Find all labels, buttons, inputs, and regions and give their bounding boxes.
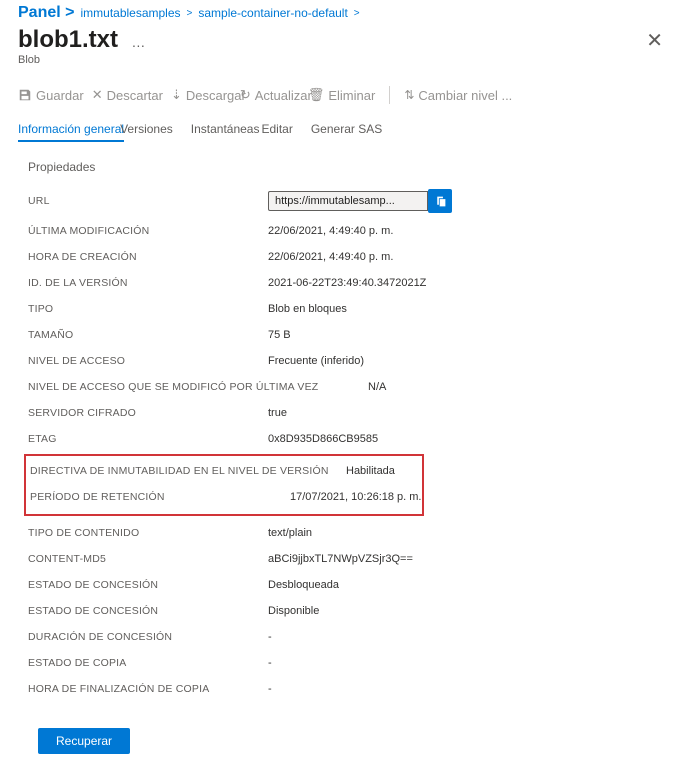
breadcrumb-item-0[interactable]: immutablesamples xyxy=(80,6,180,20)
prop-value: text/plain xyxy=(268,527,312,539)
divider xyxy=(389,86,390,104)
prop-label: NIVEL DE ACCESO QUE SE MODIFICÓ POR ÚLTI… xyxy=(28,381,368,393)
prop-label: ESTADO DE CONCESIÓN xyxy=(28,605,268,617)
prop-retention: PERÍODO DE RETENCIÓN 17/07/2021, 10:26:1… xyxy=(26,484,422,510)
prop-value: true xyxy=(268,407,287,419)
prop-label: HORA DE FINALIZACIÓN DE COPIA xyxy=(28,683,268,695)
prop-label: TIPO xyxy=(28,303,268,315)
close-icon[interactable]: ✕ xyxy=(646,28,663,53)
prop-encrypted: SERVIDOR CIFRADO true xyxy=(28,400,667,426)
prop-label: HORA DE CREACIÓN xyxy=(28,251,268,263)
page-title: blob1.txt xyxy=(18,26,118,53)
prop-lease-status: ESTADO DE CONCESIÓN Desbloqueada xyxy=(28,572,667,598)
prop-value: N/A xyxy=(368,381,386,393)
prop-label: ESTADO DE COPIA xyxy=(28,657,268,669)
prop-label: ÚLTIMA MODIFICACIÓN xyxy=(28,225,268,237)
recover-button[interactable]: Recuperar xyxy=(38,728,130,754)
prop-value: 17/07/2021, 10:26:18 p. m. xyxy=(262,491,422,503)
properties-list: URL https://immutablesamp... ÚLTIMA MODI… xyxy=(0,184,685,716)
prop-label: DURACIÓN DE CONCESIÓN xyxy=(28,631,268,643)
change-tier-button[interactable]: ⇅ Cambiar nivel ... xyxy=(404,88,512,103)
discard-button[interactable]: ✕ Descartar xyxy=(92,87,163,103)
prop-label: ETAG xyxy=(28,433,268,445)
prop-tier: NIVEL DE ACCESO Frecuente (inferido) xyxy=(28,348,667,374)
prop-tiermod: NIVEL DE ACCESO QUE SE MODIFICÓ POR ÚLTI… xyxy=(28,374,667,400)
prop-value: 22/06/2021, 4:49:40 p. m. xyxy=(268,251,393,263)
prop-md5: CONTENT-MD5 aBCi9jjbxTL7NWpVZSjr3Q== xyxy=(28,546,667,572)
prop-value: - xyxy=(268,631,272,643)
prop-value: Frecuente (inferido) xyxy=(268,355,364,367)
save-button[interactable]: Guardar xyxy=(18,88,84,103)
prop-label: ESTADO DE CONCESIÓN xyxy=(28,579,268,591)
prop-value: Habilitada xyxy=(346,465,395,477)
tier-icon: ⇅ xyxy=(404,88,414,102)
prop-label: SERVIDOR CIFRADO xyxy=(28,407,268,419)
prop-value: 0x8D935D866CB9585 xyxy=(268,433,378,445)
discard-icon: ✕ xyxy=(92,87,103,103)
prop-size: TAMAÑO 75 B xyxy=(28,322,667,348)
prop-label: TIPO DE CONTENIDO xyxy=(28,527,268,539)
prop-value: - xyxy=(268,683,272,695)
prop-label: DIRECTIVA DE INMUTABILIDAD EN EL NIVEL D… xyxy=(26,465,346,477)
chevron-right-icon: > xyxy=(187,8,193,19)
prop-label: PERÍODO DE RETENCIÓN xyxy=(26,491,262,503)
copy-icon xyxy=(434,195,447,208)
prop-url: URL https://immutablesamp... xyxy=(28,184,667,218)
tab-overview[interactable]: Información general xyxy=(18,118,124,142)
prop-label: ID. DE LA VERSIÓN xyxy=(28,277,268,289)
prop-value: 22/06/2021, 4:49:40 p. m. xyxy=(268,225,393,237)
prop-created: HORA DE CREACIÓN 22/06/2021, 4:49:40 p. … xyxy=(28,244,667,270)
refresh-button[interactable]: ↻ Actualizar xyxy=(240,87,312,103)
prop-type: TIPO Blob en bloques xyxy=(28,296,667,322)
download-button[interactable]: ⇣ Descargar xyxy=(171,87,246,103)
prop-etag: ETAG 0x8D935D866CB9585 xyxy=(28,426,667,452)
prop-label: TAMAÑO xyxy=(28,329,268,341)
prop-value: 75 B xyxy=(268,329,291,341)
save-icon xyxy=(18,88,32,102)
prop-value: Desbloqueada xyxy=(268,579,339,591)
prop-lease-state: ESTADO DE CONCESIÓN Disponible xyxy=(28,598,667,624)
prop-value: - xyxy=(268,657,272,669)
tab-versions[interactable]: Versiones xyxy=(120,118,173,142)
url-field[interactable]: https://immutablesamp... xyxy=(268,191,428,211)
page-subtitle: Blob xyxy=(0,54,685,76)
breadcrumb-item-1[interactable]: sample-container-no-default xyxy=(198,6,347,20)
prop-lastmod: ÚLTIMA MODIFICACIÓN 22/06/2021, 4:49:40 … xyxy=(28,218,667,244)
breadcrumb: Panel > immutablesamples > sample-contai… xyxy=(0,0,685,22)
refresh-icon: ↻ xyxy=(240,87,251,103)
delete-button[interactable]: 🗑 Eliminar xyxy=(308,87,375,103)
prop-lease-duration: DURACIÓN DE CONCESIÓN - xyxy=(28,624,667,650)
tab-snapshots[interactable]: Instantáneas xyxy=(191,118,260,142)
download-icon: ⇣ xyxy=(171,87,182,103)
breadcrumb-panel[interactable]: Panel xyxy=(18,4,61,21)
delete-icon: 🗑 xyxy=(308,87,325,103)
chevron-right-icon: > xyxy=(354,8,360,19)
copy-button[interactable] xyxy=(428,189,452,213)
prop-label: CONTENT-MD5 xyxy=(28,553,268,565)
prop-label: URL xyxy=(28,195,268,207)
prop-versionid: ID. DE LA VERSIÓN 2021-06-22T23:49:40.34… xyxy=(28,270,667,296)
prop-label: NIVEL DE ACCESO xyxy=(28,355,268,367)
toolbar: Guardar ✕ Descartar ⇣ Descargar ↻ Actual… xyxy=(0,76,685,118)
more-icon[interactable]: … xyxy=(121,34,147,50)
section-title: Propiedades xyxy=(0,142,685,184)
prop-value: 2021-06-22T23:49:40.3472021Z xyxy=(268,277,426,289)
tabs: Información general Versiones Instantáne… xyxy=(0,118,685,142)
prop-immutability: DIRECTIVA DE INMUTABILIDAD EN EL NIVEL D… xyxy=(26,458,422,484)
prop-contenttype: TIPO DE CONTENIDO text/plain xyxy=(28,520,667,546)
prop-value: Blob en bloques xyxy=(268,303,347,315)
tab-sas[interactable]: Generar SAS xyxy=(311,118,382,142)
highlighted-props: DIRECTIVA DE INMUTABILIDAD EN EL NIVEL D… xyxy=(24,454,424,516)
prop-value: aBCi9jjbxTL7NWpVZSjr3Q== xyxy=(268,553,413,565)
prop-copy-completion: HORA DE FINALIZACIÓN DE COPIA - xyxy=(28,676,667,702)
tab-edit[interactable]: Editar xyxy=(261,118,292,142)
prop-copy-status: ESTADO DE COPIA - xyxy=(28,650,667,676)
prop-value: Disponible xyxy=(268,605,319,617)
